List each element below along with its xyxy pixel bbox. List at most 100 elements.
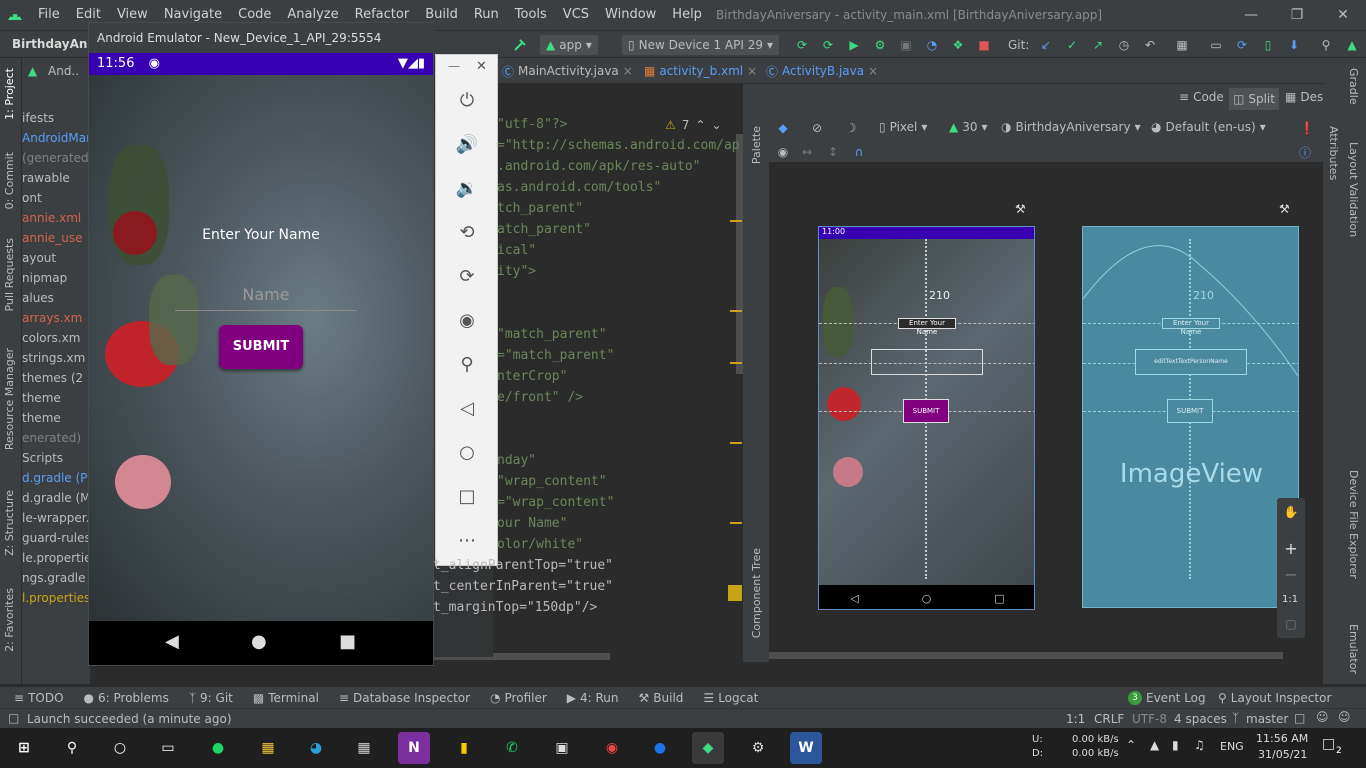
project-tool-tab[interactable]: 1: Project — [3, 68, 16, 120]
code-line[interactable]: olor/white" — [497, 537, 583, 552]
home-icon[interactable]: ● — [251, 631, 267, 652]
night-mode-icon[interactable]: ☽ — [841, 118, 861, 138]
back-icon[interactable]: ◁ — [454, 395, 480, 421]
code-line[interactable]: ity"> — [497, 264, 536, 279]
pan-icon[interactable]: ✋ — [1281, 502, 1301, 522]
notification-center-icon[interactable]: □ — [1322, 736, 1335, 752]
editor-scrollbar[interactable] — [736, 134, 743, 374]
menu-vcs[interactable]: VCS — [555, 0, 597, 30]
edge-icon[interactable]: ◕ — [300, 732, 332, 764]
git-update-icon[interactable]: ↙ — [1036, 35, 1056, 55]
name-input[interactable]: Name — [175, 285, 357, 311]
device-file-explorer-tool-tab[interactable]: Device File Explorer — [1347, 470, 1360, 579]
cursor-position[interactable]: 1:1 — [1066, 712, 1085, 726]
device-select[interactable]: ▯ New Device 1 API 29 ▾ — [622, 35, 779, 55]
project-tree-item[interactable]: strings.xm — [22, 351, 85, 365]
project-tree-item[interactable]: theme — [22, 411, 61, 425]
project-tree-item[interactable]: enerated) — [22, 431, 81, 445]
component-tree-tab[interactable]: Component Tree — [750, 548, 763, 638]
word-icon[interactable]: W — [790, 732, 822, 764]
attributes-tool-tab[interactable]: Attributes — [1327, 126, 1340, 180]
tab-activity-b-xml[interactable]: ▦ activity_b.xml × — [644, 58, 757, 84]
history-icon[interactable]: ◷ — [1114, 35, 1134, 55]
zoom-icon[interactable]: ⚲ — [454, 351, 480, 377]
close-icon[interactable]: ✕ — [476, 59, 487, 74]
file-encoding[interactable]: UTF-8 — [1132, 712, 1167, 726]
project-tree-item[interactable]: annie_use — [22, 231, 83, 245]
device-manager-icon[interactable]: ▯ — [1258, 35, 1278, 55]
wrench-icon[interactable]: ⚒ — [1279, 202, 1290, 216]
resource-manager-tool-tab[interactable]: Resource Manager — [3, 348, 16, 450]
stop-icon[interactable]: ■ — [974, 35, 994, 55]
phone-screen[interactable]: 11:56 ◉ ▼◢▮ Enter Your Name Name SUBMIT … — [89, 53, 433, 665]
file-explorer-icon[interactable]: ▦ — [252, 732, 284, 764]
code-line[interactable]: e/front" /> — [497, 390, 583, 405]
apply-changes-icon[interactable]: ⟳ — [792, 35, 812, 55]
face-icon[interactable]: ☺ — [1338, 710, 1351, 724]
clock-time[interactable]: 11:56 AM — [1256, 732, 1308, 745]
project-tree-item[interactable]: ifests — [22, 111, 54, 125]
attach-process-icon[interactable]: ❖ — [948, 35, 968, 55]
project-view-selector[interactable]: And.. — [48, 64, 79, 78]
event-log-tab[interactable]: 3 Event Log — [1128, 690, 1206, 705]
theme-select[interactable]: ◑ BirthdayAniversary ▾ — [1001, 120, 1141, 134]
tab-activity-b-java[interactable]: Ⓒ ActivityB.java × — [766, 58, 878, 84]
menu-help[interactable]: Help — [664, 0, 710, 30]
project-tree-item[interactable]: annie.xml — [22, 211, 81, 225]
face-icon[interactable]: ☺ — [1316, 710, 1329, 724]
code-line[interactable]: ="http://schemas.android.com/ap — [497, 138, 740, 153]
project-tree-item[interactable]: rawable — [22, 171, 70, 185]
git-push-icon[interactable]: ↗ — [1088, 35, 1108, 55]
project-tree-item[interactable]: alues — [22, 291, 54, 305]
chevron-down-icon[interactable]: ⌄ — [711, 118, 721, 132]
magnet-icon[interactable]: ∩ — [851, 144, 867, 160]
menu-run[interactable]: Run — [466, 0, 507, 30]
preview-submit-button[interactable]: SUBMIT — [903, 399, 949, 423]
spotify-icon[interactable]: ● — [202, 732, 234, 764]
expand-horizontal-icon[interactable]: ↔ — [799, 144, 815, 160]
sticky-notes-icon[interactable]: ▮ — [448, 732, 480, 764]
store-icon[interactable]: ▣ — [546, 732, 578, 764]
code-line[interactable]: ="match_parent" — [497, 348, 614, 363]
layout-inspector-tab[interactable]: ⚲ Layout Inspector — [1218, 691, 1331, 705]
terminal-tab[interactable]: ▩ Terminal — [253, 691, 319, 705]
project-tree-item[interactable]: nipmap — [22, 271, 67, 285]
gradle-tool-tab[interactable]: Gradle — [1347, 68, 1360, 105]
battery-icon[interactable]: ▮ — [1172, 738, 1179, 752]
overview-icon[interactable]: □ — [454, 483, 480, 509]
project-tree-item[interactable]: theme — [22, 391, 61, 405]
code-line[interactable]: ical" — [497, 243, 536, 258]
project-structure-icon[interactable]: ▦ — [1172, 35, 1192, 55]
project-tree-item[interactable]: d.gradle (Mo — [22, 491, 98, 505]
error-icon[interactable]: ❗ — [1297, 118, 1317, 138]
project-tree-item[interactable]: AndroidMani — [22, 131, 97, 145]
build-tab[interactable]: ⚒ Build — [639, 691, 684, 705]
git-branch[interactable]: master — [1246, 712, 1288, 726]
locale-select[interactable]: ◕ Default (en-us) ▾ — [1151, 120, 1266, 134]
attach-debugger-icon[interactable]: ▣ — [896, 35, 916, 55]
code-line[interactable]: as.android.com/tools" — [497, 180, 661, 195]
warning-marker[interactable] — [730, 442, 742, 444]
database-inspector-tab[interactable]: ≡ Database Inspector — [339, 691, 470, 705]
close-tab-icon[interactable]: × — [868, 64, 878, 78]
rotate-right-icon[interactable]: ⟳ — [454, 263, 480, 289]
blueprint-label[interactable]: Enter Your Name — [1162, 318, 1220, 336]
tab-main-activity[interactable]: Ⓒ MainActivity.java × — [502, 58, 633, 84]
volume-down-icon[interactable]: 🔉 — [454, 175, 480, 201]
submit-button[interactable]: SUBMIT — [219, 325, 303, 369]
code-line[interactable]: ="wrap_content" — [497, 495, 614, 510]
split-mode-button[interactable]: ◫ Split — [1229, 88, 1279, 110]
git-commit-icon[interactable]: ✓ — [1062, 35, 1082, 55]
code-line[interactable]: "wrap_content" — [497, 474, 607, 489]
api-select[interactable]: ▲ 30 ▾ — [949, 120, 988, 134]
code-line[interactable]: nday" — [497, 453, 536, 468]
menu-tools[interactable]: Tools — [507, 0, 555, 30]
cortana-icon[interactable]: ○ — [104, 732, 136, 764]
emulator-tool-tab[interactable]: Emulator — [1347, 624, 1360, 674]
assistant-icon[interactable]: ▲ — [1342, 35, 1362, 55]
chrome-icon[interactable]: ◉ — [596, 732, 628, 764]
apply-code-changes-icon[interactable]: ⟳ — [818, 35, 838, 55]
close-tab-icon[interactable]: × — [747, 64, 757, 78]
fit-screen-icon[interactable]: ▢ — [1281, 614, 1301, 634]
favorites-tool-tab[interactable]: 2: Favorites — [3, 588, 16, 652]
